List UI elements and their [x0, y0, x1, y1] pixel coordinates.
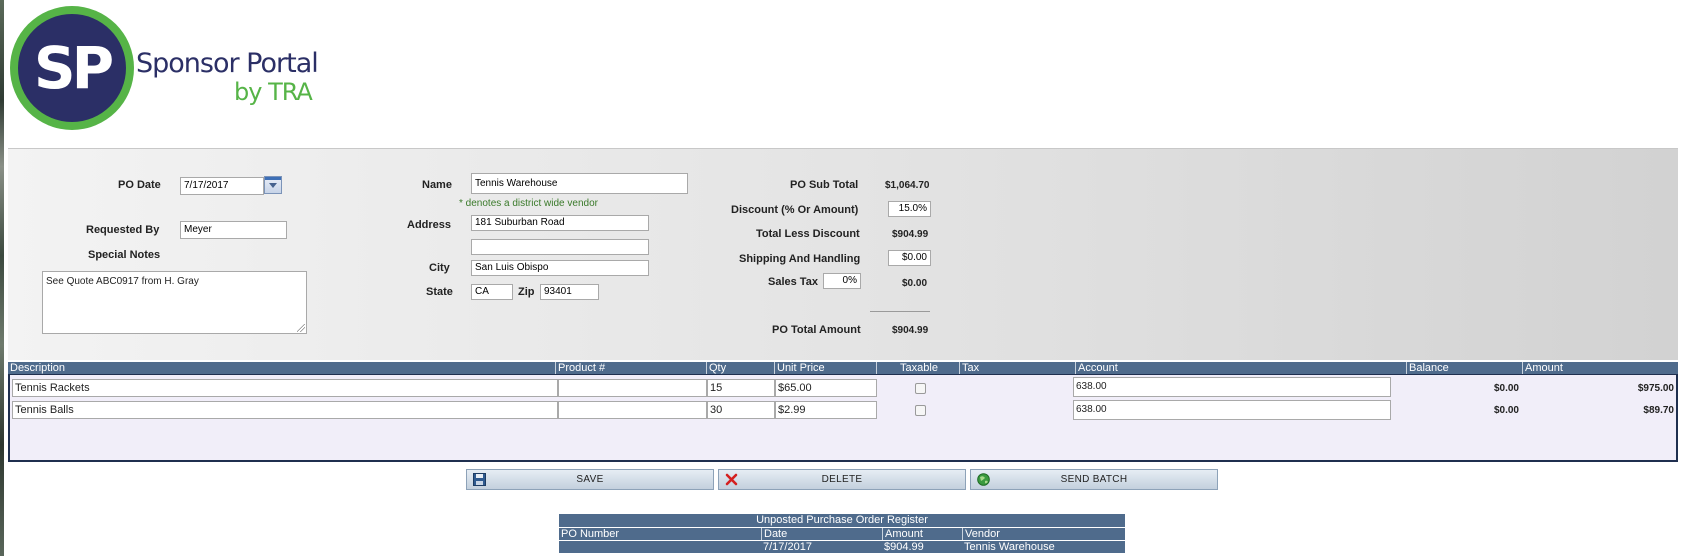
col-balance: Balance — [1406, 362, 1449, 374]
col-product-number: Product # — [555, 362, 605, 374]
resize-grip-icon[interactable] — [297, 324, 305, 332]
sales-tax-label: Sales Tax — [768, 276, 818, 288]
register-col-po-number: PO Number — [561, 528, 620, 540]
item-amount: $975.00 — [1637, 383, 1674, 394]
address-label: Address — [407, 219, 452, 231]
item-description-input[interactable]: Tennis Balls — [12, 401, 558, 419]
requested-by-label: Requested By — [86, 224, 160, 236]
item-amount: $89.70 — [1643, 405, 1674, 416]
subtotal-value: $1,064.70 — [885, 180, 930, 191]
item-product-input[interactable] — [558, 379, 707, 397]
send-batch-button[interactable]: SEND BATCH — [970, 469, 1218, 490]
state-input[interactable]: CA — [471, 284, 513, 300]
register-col-vendor: Vendor — [962, 528, 1000, 540]
po-date-label: PO Date — [118, 179, 161, 191]
logo-subtitle: by TRA — [234, 78, 313, 106]
item-account-input[interactable]: 638.00 — [1073, 377, 1391, 397]
register-row[interactable]: 7/17/2017 $904.99 Tennis Warehouse — [559, 541, 1125, 553]
special-notes-label: Special Notes — [88, 249, 161, 261]
register-amount: $904.99 — [884, 541, 924, 553]
item-description-input[interactable]: Tennis Rackets — [12, 379, 558, 397]
globe-icon — [977, 473, 990, 486]
col-unit-price: Unit Price — [774, 362, 825, 374]
save-button[interactable]: SAVE — [466, 469, 714, 490]
unposted-po-register: Unposted Purchase Order Register PO Numb… — [559, 514, 1125, 553]
po-form-panel: PO Date 7/17/2017 Requested By Meyer Spe… — [8, 148, 1678, 360]
requested-by-input[interactable]: Meyer — [180, 221, 287, 239]
page: SP Sponsor Portal by TRA PO Date 7/17/20… — [0, 0, 1683, 556]
col-account: Account — [1075, 362, 1118, 374]
discount-label: Discount (% Or Amount) — [731, 204, 859, 216]
district-vendor-note: * denotes a district wide vendor — [459, 198, 598, 209]
item-qty-input[interactable]: 30 — [707, 401, 775, 419]
shipping-label: Shipping And Handling — [739, 253, 861, 265]
address-line1-input[interactable]: 181 Suburban Road — [471, 215, 649, 231]
city-label: City — [429, 262, 450, 274]
po-total-label: PO Total Amount — [772, 324, 861, 336]
sponsor-portal-logo: SP Sponsor Portal by TRA — [10, 6, 340, 131]
send-batch-label: SEND BATCH — [1060, 474, 1128, 485]
po-total-value: $904.99 — [892, 325, 929, 336]
item-qty-input[interactable]: 15 — [707, 379, 775, 397]
item-unit-price-input[interactable]: $2.99 — [775, 401, 877, 419]
subtotal-label: PO Sub Total — [790, 179, 859, 191]
register-vendor: Tennis Warehouse — [964, 541, 1055, 553]
item-taxable-checkbox[interactable] — [915, 383, 926, 394]
delete-label: DELETE — [821, 474, 863, 485]
state-label: State — [426, 286, 453, 298]
zip-label: Zip — [518, 286, 535, 298]
register-title: Unposted Purchase Order Register — [559, 514, 1125, 527]
register-header: PO Number Date Amount Vendor — [559, 528, 1125, 540]
save-label: SAVE — [576, 474, 604, 485]
item-unit-price-input[interactable]: $65.00 — [775, 379, 877, 397]
col-amount: Amount — [1522, 362, 1563, 374]
sales-tax-value: $0.00 — [902, 278, 928, 289]
address-line2-input[interactable] — [471, 239, 649, 255]
delete-icon — [725, 473, 738, 486]
register-date: 7/17/2017 — [763, 541, 812, 553]
logo-title: Sponsor Portal — [136, 48, 319, 79]
col-tax: Tax — [959, 362, 979, 374]
po-date-input[interactable]: 7/17/2017 — [180, 177, 264, 195]
total-less-discount-label: Total Less Discount — [756, 228, 860, 240]
totals-divider — [870, 311, 930, 312]
col-qty: Qty — [706, 362, 726, 374]
sales-tax-rate-input[interactable]: 0% — [823, 273, 861, 289]
register-col-amount: Amount — [882, 528, 923, 540]
name-label: Name — [422, 179, 452, 191]
calendar-icon[interactable] — [264, 176, 282, 194]
city-input[interactable]: San Luis Obispo — [471, 260, 649, 276]
col-taxable: Taxable — [876, 362, 959, 374]
background-photo-strip — [0, 0, 4, 556]
col-description: Description — [10, 362, 66, 374]
item-balance: $0.00 — [1493, 405, 1519, 416]
item-account-input[interactable]: 638.00 — [1073, 400, 1391, 420]
item-balance: $0.00 — [1493, 383, 1519, 394]
special-notes-text: See Quote ABC0917 from H. Gray — [46, 276, 199, 287]
discount-input[interactable]: 15.0% — [888, 201, 931, 217]
item-taxable-checkbox[interactable] — [915, 405, 926, 416]
shipping-input[interactable]: $0.00 — [888, 250, 931, 266]
total-less-discount-value: $904.99 — [892, 229, 929, 240]
save-icon — [473, 473, 486, 486]
items-table-header: Description Product # Qty Unit Price Tax… — [8, 362, 1678, 374]
logo-mark: SP — [33, 34, 114, 102]
delete-button[interactable]: DELETE — [718, 469, 966, 490]
item-product-input[interactable] — [558, 401, 707, 419]
zip-input[interactable]: 93401 — [540, 284, 599, 300]
items-table-body: Tennis Rackets 15 $65.00 638.00 $0.00 $9… — [8, 374, 1678, 462]
register-col-date: Date — [761, 528, 787, 540]
vendor-name-input[interactable]: Tennis Warehouse — [471, 173, 688, 194]
special-notes-textarea[interactable]: See Quote ABC0917 from H. Gray — [42, 271, 307, 334]
